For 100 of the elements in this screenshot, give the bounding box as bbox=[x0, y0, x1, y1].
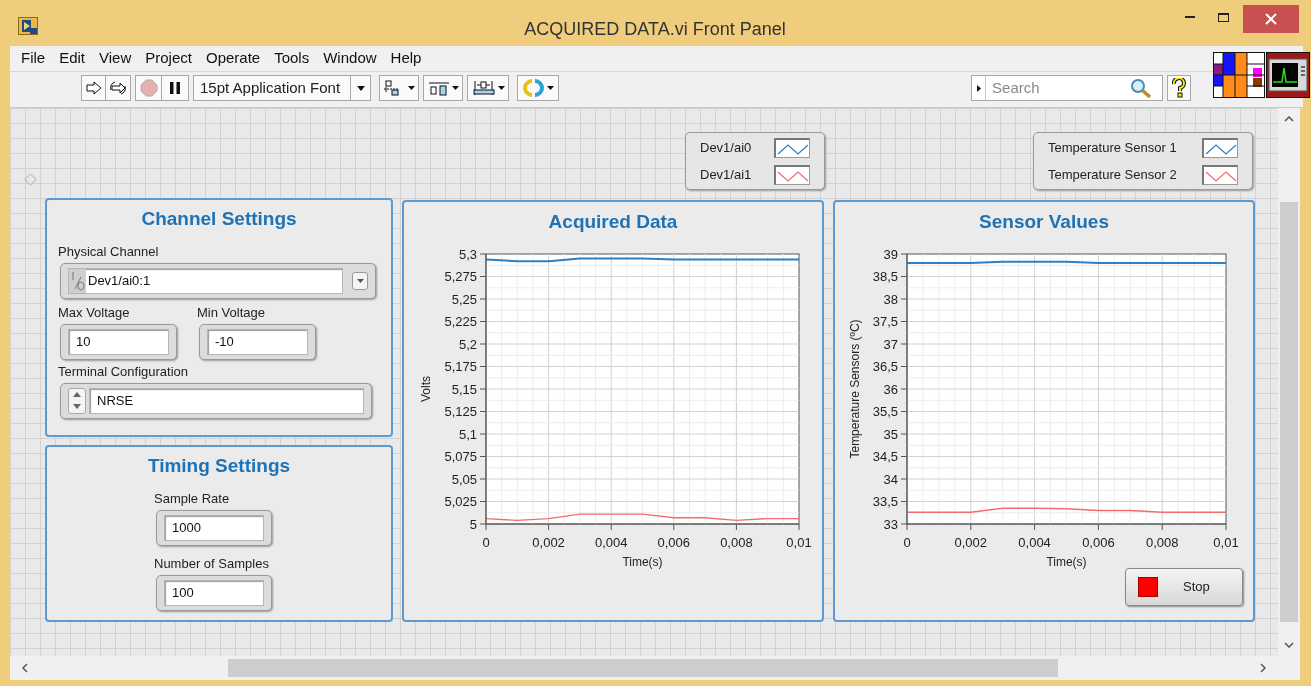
caret-icon bbox=[451, 86, 459, 90]
panel-title: Acquired Data bbox=[548, 210, 678, 234]
tick-label: 0,008 bbox=[720, 535, 753, 550]
tick-label: 5,05 bbox=[451, 471, 477, 487]
resize-objects-button[interactable] bbox=[467, 75, 510, 101]
tick-label: 37,5 bbox=[872, 314, 898, 329]
tick-label: 0,01 bbox=[1213, 535, 1239, 550]
menu-item[interactable]: Operate bbox=[198, 47, 268, 70]
tick-label: 0,002 bbox=[532, 535, 565, 550]
tick-label: 0 bbox=[903, 535, 911, 550]
tick-label: 0,006 bbox=[657, 535, 691, 550]
tick-label: 0,01 bbox=[786, 535, 812, 550]
tick-label: 39 bbox=[883, 246, 898, 262]
tick-label: 35 bbox=[883, 426, 898, 442]
field-label: Number of Samples bbox=[154, 555, 270, 572]
chevron-left-icon[interactable] bbox=[22, 663, 28, 673]
tick-label: 5,15 bbox=[451, 381, 477, 397]
line-style-icon bbox=[1202, 137, 1238, 158]
tick-label: 0,006 bbox=[1082, 535, 1115, 550]
legend-label: Temperature Sensor 2 bbox=[1048, 165, 1177, 184]
caret-icon bbox=[356, 85, 365, 91]
spinner-icon[interactable] bbox=[68, 387, 86, 414]
tick-label: 5 bbox=[469, 516, 477, 532]
tick-label: 34 bbox=[883, 471, 898, 487]
app-icon[interactable] bbox=[18, 17, 38, 35]
caret-icon bbox=[546, 86, 554, 90]
axis-title: Volts bbox=[419, 376, 433, 402]
search-box[interactable]: Search bbox=[971, 75, 1164, 101]
panel-title: Channel Settings bbox=[141, 207, 297, 231]
tick-label: 5,3 bbox=[458, 246, 477, 262]
circular-arrows-icon bbox=[522, 79, 545, 97]
distribute-icon bbox=[427, 80, 450, 96]
legend-label: Temperature Sensor 1 bbox=[1048, 138, 1177, 157]
chevron-right-icon[interactable] bbox=[1260, 663, 1266, 673]
tick-label: 5,225 bbox=[444, 314, 477, 329]
tick-label: 36 bbox=[883, 381, 898, 397]
arrow-icon bbox=[85, 81, 102, 95]
search-field[interactable]: Search bbox=[986, 77, 1131, 99]
reorder-button[interactable] bbox=[517, 75, 560, 101]
axis-title: Time(s) bbox=[1046, 555, 1087, 569]
axis-title: Time(s) bbox=[622, 555, 663, 569]
field-label: Physical Channel bbox=[58, 243, 160, 260]
search-icon[interactable] bbox=[1130, 78, 1153, 98]
tick-label: 5,1 bbox=[458, 426, 477, 442]
io-icon bbox=[69, 268, 86, 293]
tick-label: 37 bbox=[883, 336, 898, 352]
menu-item[interactable]: Window bbox=[316, 47, 384, 70]
legend-label: Dev1/ai1 bbox=[700, 165, 752, 184]
chevron-up-icon[interactable] bbox=[1284, 116, 1294, 122]
stop-button[interactable]: Stop bbox=[1125, 568, 1243, 606]
tick-label: 0,008 bbox=[1145, 535, 1179, 550]
menu-item[interactable]: Edit bbox=[52, 47, 93, 70]
chevron-down-icon[interactable] bbox=[1284, 642, 1294, 648]
tick-label: 34,5 bbox=[872, 449, 898, 464]
numeric-field[interactable]: 10 bbox=[60, 323, 177, 360]
line-style-icon bbox=[774, 137, 810, 158]
tick-label: 5,25 bbox=[451, 291, 477, 307]
window-title: ACQUIRED DATA.vi Front Panel bbox=[523, 18, 787, 41]
looping-arrow-icon bbox=[109, 80, 127, 96]
tick-label: 0,004 bbox=[1018, 535, 1051, 550]
close-button[interactable] bbox=[1243, 5, 1299, 33]
tick-label: 5,025 bbox=[444, 494, 477, 509]
menu-item[interactable]: Tools bbox=[267, 47, 317, 70]
axis-title: Temperature Sensors (ºC) bbox=[848, 319, 862, 459]
pause-icon bbox=[169, 81, 181, 95]
vertical-scrollbar[interactable] bbox=[1278, 108, 1300, 656]
align-objects-button[interactable] bbox=[379, 75, 420, 101]
field-label: Terminal Configuration bbox=[58, 363, 190, 380]
menu-item[interactable]: Help bbox=[383, 47, 429, 70]
help-button[interactable] bbox=[1167, 75, 1192, 101]
horizontal-scrollbar[interactable] bbox=[10, 656, 1300, 680]
close-icon bbox=[1265, 13, 1277, 25]
question-mark-icon bbox=[1172, 78, 1187, 98]
caret-icon bbox=[497, 86, 505, 90]
stop-sign-icon bbox=[139, 79, 158, 97]
tick-label: 33,5 bbox=[872, 494, 898, 509]
font-dropdown[interactable]: 15pt Application Font bbox=[193, 75, 372, 101]
menu-item[interactable]: Project bbox=[138, 47, 199, 70]
tick-label: 38 bbox=[883, 291, 898, 307]
menu-item[interactable]: View bbox=[92, 47, 139, 70]
ring-selector[interactable]: NRSE bbox=[60, 382, 372, 419]
scope-icon[interactable] bbox=[1266, 52, 1310, 98]
field-label: Min Voltage bbox=[197, 304, 266, 321]
distribute-objects-button[interactable] bbox=[423, 75, 464, 101]
panel-title: Sensor Values bbox=[979, 210, 1109, 234]
panel-title: Timing Settings bbox=[147, 454, 291, 478]
line-style-icon bbox=[774, 164, 810, 185]
field-label: Max Voltage bbox=[58, 304, 131, 321]
connector-pane-icon[interactable] bbox=[1213, 52, 1265, 98]
menu-item[interactable]: File bbox=[14, 47, 53, 70]
legend-label: Dev1/ai0 bbox=[700, 138, 752, 157]
channel-dropdown[interactable]: Dev1/ai0:1 bbox=[60, 262, 376, 299]
numeric-field[interactable]: -10 bbox=[199, 323, 316, 360]
tick-label: 35,5 bbox=[872, 404, 898, 419]
field-label: Sample Rate bbox=[154, 490, 231, 507]
stop-icon bbox=[1138, 577, 1158, 597]
numeric-field[interactable]: 1000 bbox=[156, 509, 272, 546]
caret-icon bbox=[407, 86, 415, 90]
numeric-field[interactable]: 100 bbox=[156, 574, 272, 611]
dropdown-button[interactable] bbox=[352, 271, 368, 290]
